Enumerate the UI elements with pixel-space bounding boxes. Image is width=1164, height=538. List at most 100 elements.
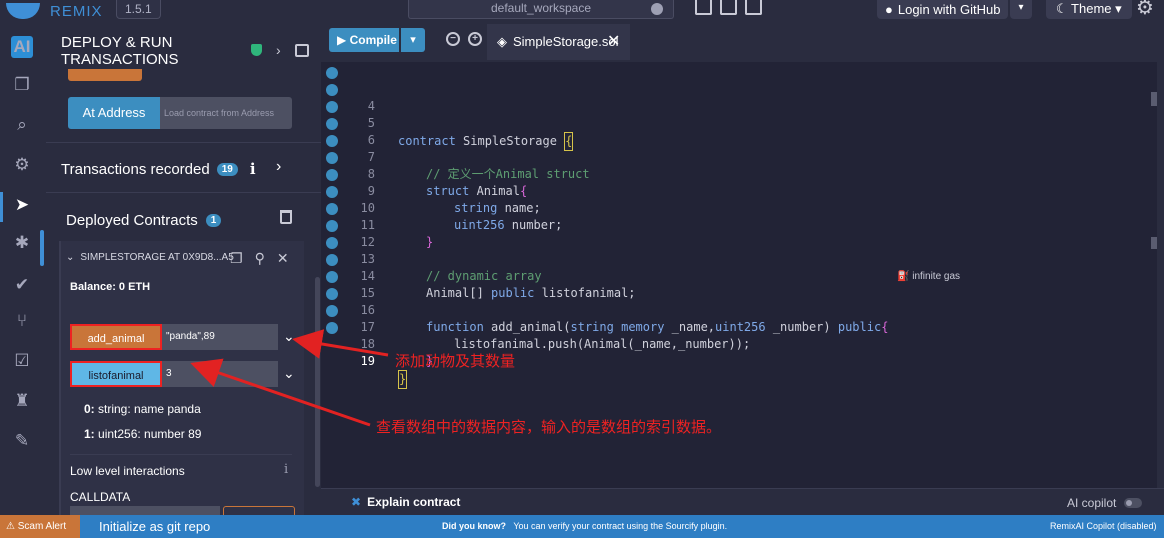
copy-icon[interactable]: ❐ — [230, 250, 243, 267]
call-result: 1: uint256: number 89 — [84, 427, 201, 441]
deploy-button-partial[interactable] — [68, 69, 142, 81]
breakpoint-dot[interactable] — [326, 305, 338, 317]
did-you-know-tip: Did you know? You can verify your contra… — [442, 515, 727, 538]
breakpoint-dot[interactable] — [326, 118, 338, 130]
file-explorer-icon[interactable]: ❐ — [11, 74, 33, 96]
editor-scrollbar[interactable] — [1157, 62, 1164, 488]
layout-right-panel-icon[interactable] — [745, 0, 762, 15]
chevron-down-icon[interactable]: ⌄ — [283, 328, 295, 345]
breakpoint-dot[interactable] — [326, 203, 338, 215]
breakpoint-dot[interactable] — [326, 254, 338, 266]
breakpoint-dot[interactable] — [326, 271, 338, 283]
chevron-right-icon[interactable]: › — [276, 158, 281, 176]
layout-bottom-panel-icon[interactable] — [720, 0, 737, 15]
explain-contract-button[interactable]: ✖ Explain contract — [351, 495, 460, 509]
login-dropdown-button[interactable]: ▾ — [1010, 0, 1032, 19]
close-icon[interactable]: ✕ — [607, 24, 620, 60]
info-icon[interactable]: i — [250, 160, 256, 178]
shield-icon — [251, 44, 262, 56]
remixai-status[interactable]: RemixAI Copilot (disabled) — [1050, 515, 1157, 538]
init-git-repo-button[interactable]: Initialize as git repo — [99, 515, 210, 538]
trash-icon[interactable] — [280, 210, 292, 224]
chevron-down-icon[interactable]: ⌄ — [66, 252, 74, 263]
breakpoint-dot[interactable] — [326, 322, 338, 334]
result-value: string: name panda — [98, 402, 201, 416]
code-line: 18 } — [321, 302, 1151, 368]
remix-logo-icon — [6, 3, 40, 19]
divider — [46, 192, 321, 193]
file-tab[interactable]: ◈ SimpleStorage.sol ✕ — [487, 24, 630, 60]
transactions-recorded[interactable]: Transactions recorded 19 i — [61, 160, 256, 178]
solidity-file-icon: ◈ — [497, 34, 507, 49]
app-name: REMIX — [50, 2, 103, 20]
login-label: Login with GitHub — [897, 2, 1001, 17]
transactions-recorded-label: Transactions recorded — [61, 160, 210, 178]
toggle-switch[interactable] — [1124, 498, 1143, 508]
deploy-run-icon[interactable]: ➤ — [11, 194, 33, 216]
scam-alert-button[interactable]: ⚠ Scam Alert — [0, 515, 80, 538]
zoom-in-icon[interactable]: + — [468, 32, 482, 46]
chevron-down-icon[interactable]: ⌄ — [283, 365, 295, 382]
close-icon[interactable]: ✕ — [277, 250, 289, 267]
testing-icon[interactable]: ✔ — [11, 274, 33, 296]
code-line: 14 Animal[] public listofanimal; — [321, 234, 1151, 300]
side-panel-scrollbar[interactable] — [315, 277, 320, 487]
compile-dropdown-button[interactable]: ▾ — [401, 28, 425, 52]
ai-copilot-toggle[interactable]: AI copilot — [1067, 496, 1143, 510]
checklist-icon[interactable]: ☑ — [11, 350, 33, 372]
breakpoint-dot[interactable] — [326, 84, 338, 96]
login-github-button[interactable]: ● Login with GitHub — [877, 0, 1009, 19]
tip-text: You can verify your contract using the S… — [513, 521, 728, 531]
divider — [70, 454, 292, 455]
code-line: 17 listofanimal.push(Animal(_name,_numbe… — [321, 285, 1151, 351]
warning-icon: ⚠ — [6, 521, 15, 532]
code-line: 19 } — [321, 319, 1151, 389]
add-animal-button[interactable]: add_animal — [70, 324, 162, 350]
search-icon[interactable]: ⌕ — [11, 114, 33, 136]
breakpoint-dot[interactable] — [326, 135, 338, 147]
solidity-compiler-icon[interactable]: ⚙ — [11, 154, 33, 176]
remixai-icon[interactable]: AI — [11, 36, 33, 58]
code-line: 16 function add_animal(string memory _na… — [321, 268, 1151, 334]
code-line: 12 — [321, 200, 1151, 249]
contract-header[interactable]: ⌄ SIMPLESTORAGE AT 0X9D8...A5 — [66, 252, 234, 263]
chevron-down-icon: ▾ — [1115, 1, 1122, 16]
breakpoint-dot[interactable] — [326, 237, 338, 249]
workspace-toggle-icon[interactable] — [651, 3, 663, 15]
debugger-icon[interactable]: ✱ — [11, 232, 33, 254]
chevron-right-icon[interactable]: › — [276, 42, 281, 58]
result-key: 0: — [84, 402, 95, 416]
breakpoint-dot[interactable] — [326, 169, 338, 181]
add-animal-input[interactable]: "panda",89 — [162, 324, 278, 350]
breakpoint-dot[interactable] — [326, 288, 338, 300]
breakpoint-dot[interactable] — [326, 101, 338, 113]
calldata-input[interactable] — [70, 506, 220, 515]
pin-icon[interactable]: ⚲ — [255, 250, 265, 267]
transact-button[interactable]: Transact — [223, 506, 295, 515]
breakpoint-dot[interactable] — [326, 220, 338, 232]
workspace-name: default_workspace — [490, 1, 592, 15]
breakpoint-dot[interactable] — [326, 152, 338, 164]
listofanimal-input[interactable]: 3 — [162, 361, 278, 387]
breakpoint-dot[interactable] — [326, 67, 338, 79]
listofanimal-button[interactable]: listofanimal — [70, 361, 162, 387]
gear-icon[interactable]: ⚙ — [1136, 0, 1154, 18]
at-address-button[interactable]: At Address — [68, 97, 160, 129]
git-icon[interactable]: ⑂ — [11, 310, 33, 332]
breakpoint-dot[interactable] — [326, 186, 338, 198]
workspace-select[interactable]: default_workspace — [408, 0, 674, 19]
compile-button[interactable]: ▶ Compile — [329, 28, 399, 52]
icon-panel-scroll[interactable] — [40, 230, 44, 266]
load-address-input[interactable]: Load contract from Address — [160, 97, 292, 129]
layout-left-panel-icon[interactable] — [695, 0, 712, 15]
close-panel-icon[interactable] — [294, 43, 309, 57]
divider — [46, 142, 321, 143]
info-icon[interactable]: i — [284, 462, 288, 477]
remix-logo[interactable]: REMIX — [6, 0, 103, 22]
status-bar: ⚠ Scam Alert Initialize as git repo Did … — [0, 515, 1164, 538]
plugin-manager-icon[interactable]: ✎ — [11, 430, 33, 452]
learneth-icon[interactable]: ♜ — [11, 390, 33, 412]
zoom-out-icon[interactable]: − — [446, 32, 460, 46]
theme-button[interactable]: ☾ Theme ▾ — [1046, 0, 1132, 19]
line-number: 19 — [360, 354, 375, 368]
